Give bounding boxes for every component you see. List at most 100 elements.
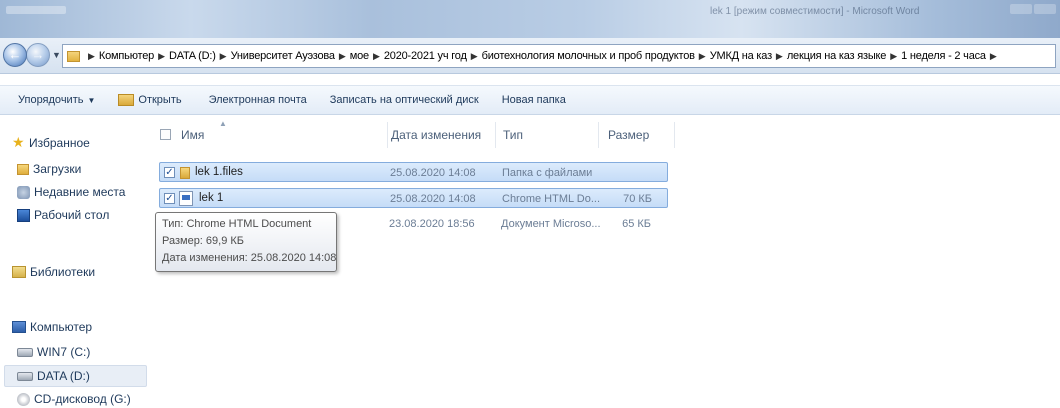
nav-drive-g-label: CD-дисковод (G:) — [34, 392, 131, 406]
chevron-right-icon[interactable]: ▶ — [471, 51, 478, 62]
hard-drive-icon — [17, 371, 33, 381]
tooltip-size: Размер: 69,9 КБ — [162, 235, 245, 247]
chevron-right-icon[interactable]: ▶ — [339, 51, 346, 62]
file-date: 25.08.2020 14:08 — [390, 167, 476, 179]
file-date: 25.08.2020 14:08 — [390, 193, 476, 205]
chevron-right-icon[interactable]: ▶ — [699, 51, 706, 62]
desktop-icon — [17, 208, 30, 222]
file-size: 70 КБ — [623, 193, 652, 205]
star-icon: ★ — [12, 134, 25, 150]
row-checkbox[interactable]: ✓ — [164, 193, 175, 204]
folder-icon — [67, 50, 80, 62]
chevron-right-icon[interactable]: ▶ — [88, 51, 95, 62]
recent-places-icon — [17, 185, 30, 199]
new-folder-button[interactable]: Новая папка — [502, 94, 566, 106]
email-button[interactable]: Электронная почта — [209, 94, 307, 106]
nav-libraries[interactable]: Библиотеки — [12, 265, 95, 279]
chevron-right-icon[interactable]: ▶ — [776, 51, 783, 62]
nav-drive-c[interactable]: WIN7 (C:) — [17, 345, 90, 359]
file-row[interactable]: ✓ lek 1 25.08.2020 14:08 Chrome HTML Do.… — [159, 188, 668, 208]
open-label: Открыть — [138, 94, 182, 106]
title-bar: lek 1 [режим совместимости] - Microsoft … — [0, 0, 1060, 38]
nav-drive-d[interactable]: DATA (D:) — [17, 369, 90, 383]
window-title: lek 1 [режим совместимости] - Microsoft … — [710, 6, 920, 17]
file-type: Папка с файлами — [502, 167, 593, 179]
sort-ascending-icon: ▲ — [219, 119, 227, 128]
hard-drive-icon — [17, 347, 33, 357]
nav-downloads-label: Загрузки — [33, 162, 82, 176]
breadcrumb-computer[interactable]: Компьютер — [99, 50, 154, 62]
close-button[interactable] — [1034, 4, 1056, 14]
file-name: lek 1 — [199, 192, 224, 204]
file-row[interactable]: ✓ lek 1.files 25.08.2020 14:08 Папка с ф… — [159, 162, 668, 182]
command-bar: Упорядочить ▼ Открыть Электронная почта … — [0, 85, 1060, 115]
folder-icon — [180, 167, 190, 179]
nav-desktop[interactable]: Рабочий стол — [17, 208, 109, 222]
column-divider[interactable] — [495, 122, 496, 148]
breadcrumb-data-d[interactable]: DATA (D:) — [169, 50, 216, 62]
html-document-icon — [179, 191, 193, 206]
nav-downloads[interactable]: Загрузки — [17, 162, 81, 176]
chevron-right-icon[interactable]: ▶ — [990, 51, 997, 62]
nav-desktop-label: Рабочий стол — [34, 208, 110, 222]
nav-drive-d-label: DATA (D:) — [37, 369, 90, 383]
nav-recent-label: Недавние места — [34, 185, 126, 199]
nav-favorites[interactable]: ★ Избранное — [12, 134, 90, 150]
file-type: Документ Microso... — [501, 218, 601, 230]
breadcrumb-moe[interactable]: мое — [350, 50, 369, 62]
cd-drive-icon — [17, 392, 30, 406]
nav-recent-places[interactable]: Недавние места — [17, 185, 125, 199]
column-name[interactable]: Имя — [181, 128, 204, 142]
breadcrumb-course[interactable]: биотехнология молочных и проб продуктов — [482, 50, 695, 62]
nav-drive-c-label: WIN7 (C:) — [37, 345, 91, 359]
minimize-button[interactable] — [1010, 4, 1032, 14]
breadcrumb-week[interactable]: 1 неделя - 2 часа — [901, 50, 986, 62]
nav-drive-g[interactable]: CD-дисковод (G:) — [17, 392, 131, 406]
nav-computer-label: Компьютер — [30, 320, 93, 334]
libraries-icon — [12, 266, 26, 278]
breadcrumb-umkd[interactable]: УМКД на каз — [710, 50, 772, 62]
tooltip-type: Тип: Chrome HTML Document — [162, 218, 312, 230]
window-menu-icon[interactable] — [6, 6, 66, 14]
history-dropdown-icon[interactable]: ▼ — [52, 50, 61, 60]
chevron-right-icon[interactable]: ▶ — [373, 51, 380, 62]
navigation-pane: ★ Избранное Загрузки Недавние места Рабо… — [0, 116, 150, 408]
breadcrumb-lectures[interactable]: лекция на каз языке — [787, 50, 887, 62]
downloads-folder-icon — [17, 163, 29, 175]
open-button[interactable]: Открыть — [118, 94, 182, 106]
file-type: Chrome HTML Do... — [502, 193, 601, 205]
burn-button[interactable]: Записать на оптический диск — [330, 94, 479, 106]
breadcrumb-year[interactable]: 2020-2021 уч год — [384, 50, 467, 62]
file-date: 23.08.2020 18:56 — [389, 218, 475, 230]
arrow-left-icon: ← — [8, 47, 22, 62]
tooltip-modified: Дата изменения: 25.08.2020 14:08 — [162, 252, 337, 264]
chevron-right-icon[interactable]: ▶ — [158, 51, 165, 62]
address-bar[interactable]: ▶ Компьютер ▶ DATA (D:) ▶ Университет Ау… — [62, 44, 1056, 68]
chevron-right-icon[interactable]: ▶ — [890, 51, 897, 62]
file-info-tooltip: Тип: Chrome HTML Document Размер: 69,9 К… — [155, 212, 337, 272]
caret-down-icon: ▼ — [87, 95, 96, 105]
column-divider[interactable] — [674, 122, 675, 148]
chevron-right-icon[interactable]: ▶ — [220, 51, 227, 62]
organize-button[interactable]: Упорядочить ▼ — [18, 94, 95, 106]
address-row: ← → ▼ ▶ Компьютер ▶ DATA (D:) ▶ Универси… — [0, 38, 1060, 74]
breadcrumb-university[interactable]: Университет Ауэзова — [231, 50, 335, 62]
column-divider[interactable] — [598, 122, 599, 148]
forward-button[interactable]: → — [26, 43, 50, 67]
open-folder-icon — [118, 94, 135, 106]
column-size[interactable]: Размер — [608, 128, 649, 142]
column-divider[interactable] — [387, 122, 388, 148]
row-checkbox[interactable]: ✓ — [164, 167, 175, 178]
column-type[interactable]: Тип — [503, 128, 523, 142]
nav-computer[interactable]: Компьютер — [12, 320, 92, 334]
back-button[interactable]: ← — [3, 43, 27, 67]
column-header-row: Имя ▲ Дата изменения Тип Размер — [150, 116, 678, 150]
arrow-right-icon: → — [31, 47, 45, 62]
computer-icon — [12, 321, 26, 333]
select-all-checkbox[interactable] — [160, 129, 171, 140]
file-size: 65 КБ — [622, 218, 651, 230]
nav-libraries-label: Библиотеки — [30, 265, 96, 279]
nav-favorites-label: Избранное — [29, 136, 90, 150]
column-date-modified[interactable]: Дата изменения — [391, 128, 481, 142]
file-name: lek 1.files — [195, 166, 243, 178]
